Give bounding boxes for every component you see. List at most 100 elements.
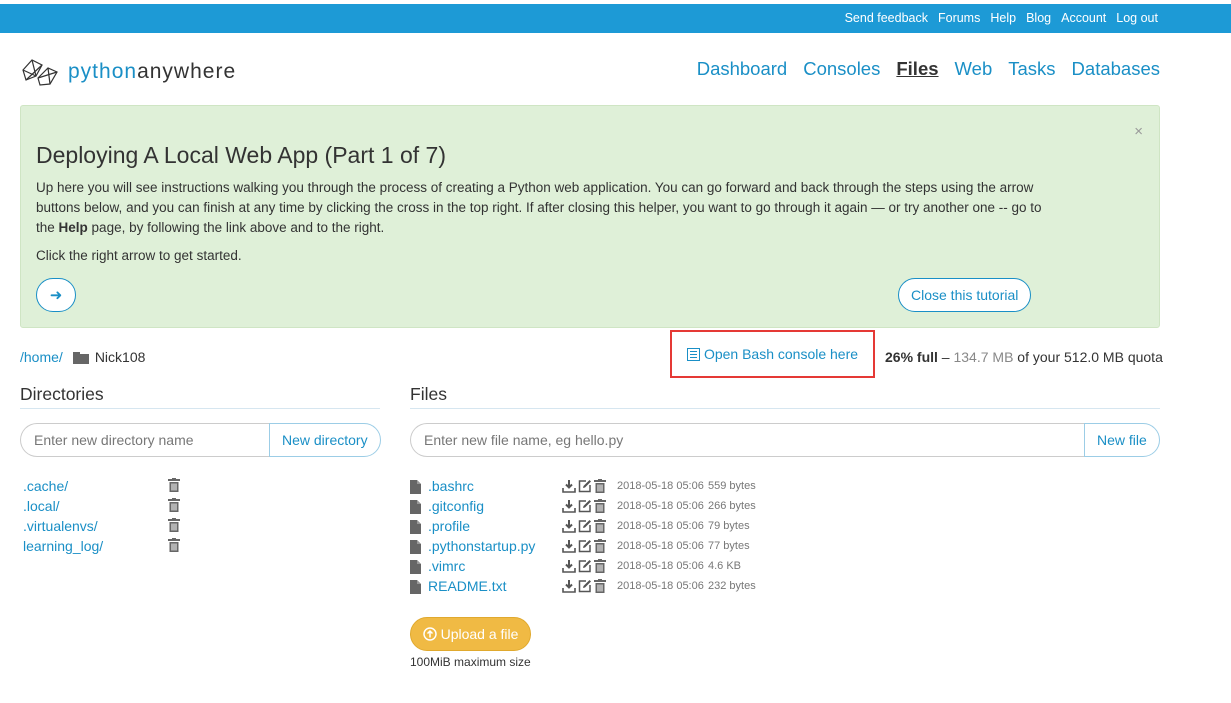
list-item: .cache/ (23, 478, 183, 498)
open-bash-console-link[interactable]: Open Bash console here (686, 346, 859, 362)
download-icon[interactable] (562, 499, 576, 516)
file-row: .gitconfig 2018-05-18 05:06 266 bytes (410, 498, 770, 518)
new-file-input[interactable] (410, 423, 1084, 457)
upload-size-note: 100MiB maximum size (410, 655, 531, 669)
trash-icon[interactable] (168, 518, 180, 535)
file-link[interactable]: .profile (428, 518, 470, 534)
edit-icon[interactable] (578, 539, 592, 556)
file-list: .bashrc 2018-05-18 05:06 559 bytes .gitconf… (410, 478, 770, 598)
help-link[interactable]: Help (990, 11, 1016, 25)
trash-icon[interactable] (594, 479, 606, 496)
upload-file-button[interactable]: Upload a file (410, 617, 531, 651)
bash-console-label: Open Bash console here (703, 346, 859, 362)
file-size: 79 bytes (708, 520, 750, 532)
trash-icon[interactable] (594, 499, 606, 516)
file-icon (410, 500, 421, 517)
list-item: learning_log/ (23, 538, 183, 558)
file-actions (562, 559, 606, 576)
file-date: 2018-05-18 05:06 (617, 500, 704, 512)
file-actions (562, 499, 606, 516)
account-link[interactable]: Account (1061, 11, 1106, 25)
file-actions (562, 579, 606, 596)
download-icon[interactable] (562, 539, 576, 556)
arrow-right-icon: ➜ (49, 287, 63, 304)
trash-icon[interactable] (594, 559, 606, 576)
file-row: .pythonstartup.py 2018-05-18 05:06 77 byte… (410, 538, 770, 558)
trash-icon[interactable] (168, 538, 180, 555)
logo-text: pythonanywhere (68, 60, 237, 83)
list-item: .virtualenvs/ (23, 518, 183, 538)
next-arrow-button[interactable]: ➜ (36, 278, 76, 312)
file-row: .vimrc 2018-05-18 05:06 4.6 KB (410, 558, 770, 578)
directory-link[interactable]: .cache/ (23, 478, 68, 494)
edit-icon[interactable] (578, 579, 592, 596)
file-icon (410, 480, 421, 497)
close-tutorial-button[interactable]: Close this tutorial (898, 278, 1032, 312)
trash-icon[interactable] (594, 539, 606, 556)
nav-web[interactable]: Web (955, 58, 993, 80)
nav-databases[interactable]: Databases (1072, 58, 1160, 80)
file-size: 559 bytes (708, 480, 756, 492)
nav-consoles[interactable]: Consoles (803, 58, 880, 80)
download-icon[interactable] (562, 519, 576, 536)
forums-link[interactable]: Forums (938, 11, 980, 25)
send-feedback-link[interactable]: Send feedback (845, 11, 928, 25)
new-file-button[interactable]: New file (1084, 423, 1160, 457)
directory-link[interactable]: .local/ (23, 498, 60, 514)
trash-icon[interactable] (594, 519, 606, 536)
download-icon[interactable] (562, 559, 576, 576)
file-actions (562, 519, 606, 536)
file-size: 77 bytes (708, 540, 750, 552)
breadcrumb-home[interactable]: /home/ (20, 349, 63, 365)
edit-icon[interactable] (578, 519, 592, 536)
edit-icon[interactable] (578, 499, 592, 516)
breadcrumb-current: Nick108 (94, 349, 146, 365)
files-heading: Files (410, 384, 1160, 409)
file-link[interactable]: .vimrc (428, 558, 465, 574)
nav-files[interactable]: Files (896, 58, 938, 80)
file-actions (562, 479, 606, 496)
nav-tasks[interactable]: Tasks (1008, 58, 1055, 80)
file-link[interactable]: .gitconfig (428, 498, 484, 514)
trash-icon[interactable] (168, 478, 180, 495)
upload-icon (422, 627, 437, 641)
nav-dashboard[interactable]: Dashboard (697, 58, 788, 80)
file-row: .bashrc 2018-05-18 05:06 559 bytes (410, 478, 770, 498)
directory-link[interactable]: learning_log/ (23, 538, 103, 554)
tutorial-panel: Deploying A Local Web App (Part 1 of 7) … (20, 105, 1160, 328)
new-file-form: New file (410, 423, 1160, 457)
quota-total: of your 512.0 MB quota (1013, 349, 1163, 365)
file-size: 266 bytes (708, 500, 756, 512)
tutorial-close-icon[interactable]: × (1134, 123, 1143, 140)
file-date: 2018-05-18 05:06 (617, 520, 704, 532)
logo[interactable]: pythonanywhere (20, 56, 236, 88)
new-directory-button[interactable]: New directory (269, 423, 381, 457)
file-actions (562, 539, 606, 556)
tutorial-description: Up here you will see instructions walkin… (36, 180, 1042, 235)
directories-heading: Directories (20, 384, 380, 409)
bash-console-highlight: Open Bash console here (670, 330, 875, 378)
trash-icon[interactable] (594, 579, 606, 596)
tutorial-title: Deploying A Local Web App (Part 1 of 7) (36, 142, 446, 168)
edit-icon[interactable] (578, 479, 592, 496)
list-item: .local/ (23, 498, 183, 518)
file-size: 4.6 KB (708, 560, 742, 572)
new-directory-input[interactable] (20, 423, 269, 457)
download-icon[interactable] (562, 479, 576, 496)
file-row: README.txt 2018-05-18 05:06 232 bytes (410, 578, 770, 598)
file-icon (410, 580, 421, 597)
blog-link[interactable]: Blog (1026, 11, 1051, 25)
file-date: 2018-05-18 05:06 (617, 540, 704, 552)
directory-link[interactable]: .virtualenvs/ (23, 518, 98, 534)
file-link[interactable]: .pythonstartup.py (428, 538, 535, 554)
file-link[interactable]: README.txt (428, 578, 507, 594)
file-icon (410, 560, 421, 577)
logo-icon (22, 59, 58, 86)
file-icon (410, 540, 421, 557)
file-link[interactable]: .bashrc (428, 478, 474, 494)
download-icon[interactable] (562, 579, 576, 596)
edit-icon[interactable] (578, 559, 592, 576)
main-nav: Dashboard Consoles Files Web Tasks Datab… (681, 58, 1160, 80)
logout-link[interactable]: Log out (1116, 11, 1158, 25)
trash-icon[interactable] (168, 498, 180, 515)
